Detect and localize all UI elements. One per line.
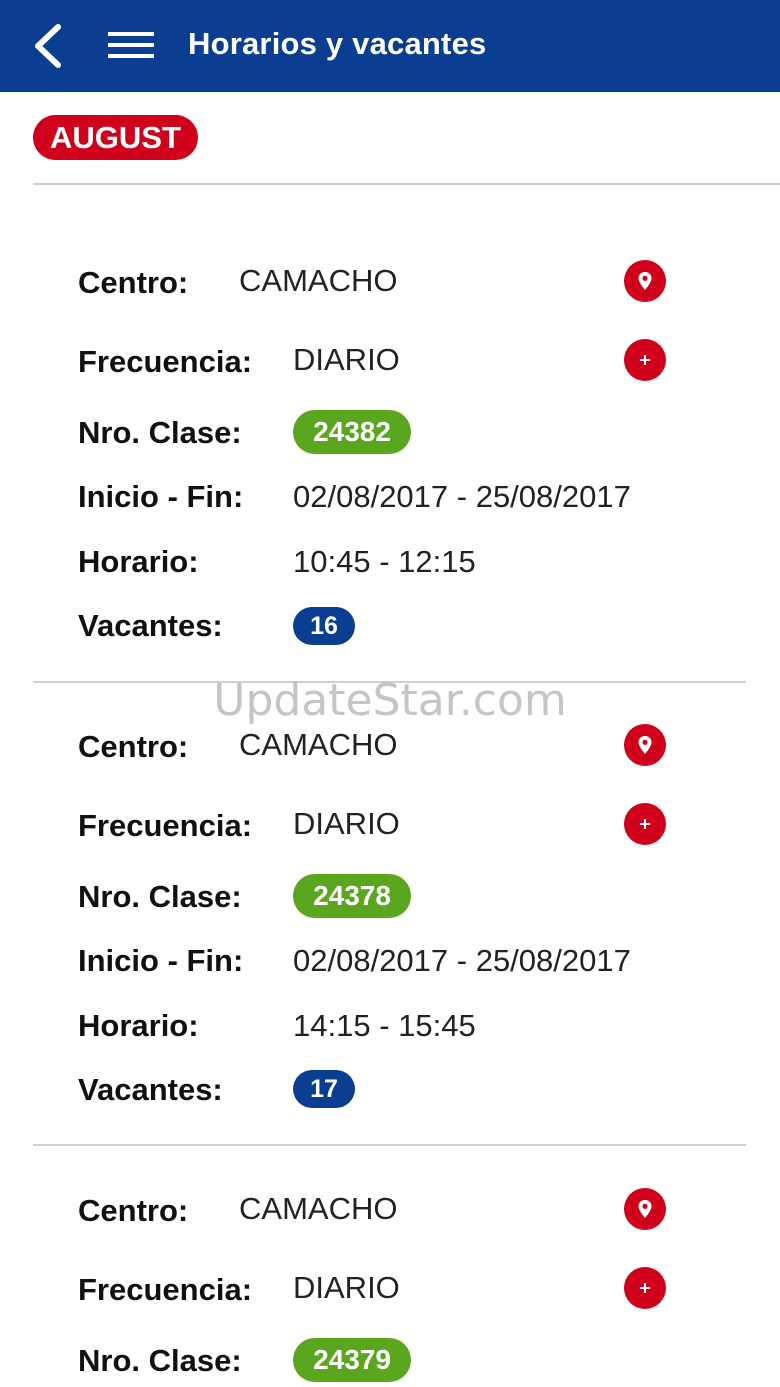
inicio-fin-value: 02/08/2017 - 25/08/2017 <box>293 479 631 514</box>
vacantes-label: Vacantes: <box>78 1072 223 1107</box>
vacantes-badge: 16 <box>293 607 355 645</box>
app-header: Horarios y vacantes <box>0 0 780 92</box>
centro-value: CAMACHO <box>239 1191 398 1226</box>
menu-button[interactable] <box>104 22 160 70</box>
centro-label: Centro: <box>78 1193 189 1228</box>
chevron-left-icon <box>35 24 61 68</box>
horario-label: Horario: <box>78 1008 199 1043</box>
frecuencia-label: Frecuencia: <box>78 344 253 379</box>
add-icon <box>640 1283 650 1293</box>
vacantes-badge: 17 <box>293 1070 355 1108</box>
add-button[interactable] <box>624 803 666 845</box>
location-button[interactable] <box>624 1188 666 1230</box>
frecuencia-label: Frecuencia: <box>78 1272 253 1307</box>
nro-clase-label: Nro. Clase: <box>78 415 242 450</box>
centro-value: CAMACHO <box>239 727 398 762</box>
frecuencia-value: DIARIO <box>293 806 400 841</box>
class-number-badge: 24379 <box>293 1338 411 1382</box>
centro-value: CAMACHO <box>239 263 398 298</box>
inicio-fin-label: Inicio - Fin: <box>78 943 244 978</box>
map-pin-icon <box>638 272 652 290</box>
vacantes-label: Vacantes: <box>78 608 223 643</box>
horario-value: 14:15 - 15:45 <box>293 1008 476 1043</box>
back-button[interactable] <box>22 18 78 74</box>
card-divider <box>33 681 746 683</box>
frecuencia-value: DIARIO <box>293 342 400 377</box>
add-button[interactable] <box>624 339 666 381</box>
horario-label: Horario: <box>78 544 199 579</box>
class-number-badge: 24378 <box>293 874 411 918</box>
card-divider <box>33 1144 746 1146</box>
nro-clase-label: Nro. Clase: <box>78 879 242 914</box>
hamburger-menu-icon <box>108 32 154 58</box>
nro-clase-label: Nro. Clase: <box>78 1343 242 1378</box>
add-button[interactable] <box>624 1267 666 1309</box>
location-button[interactable] <box>624 724 666 766</box>
month-badge: AUGUST <box>33 115 198 160</box>
frecuencia-label: Frecuencia: <box>78 808 253 843</box>
map-pin-icon <box>638 736 652 754</box>
centro-label: Centro: <box>78 729 189 764</box>
page-title: Horarios y vacantes <box>188 26 487 61</box>
centro-label: Centro: <box>78 265 189 300</box>
horario-value: 10:45 - 12:15 <box>293 544 476 579</box>
inicio-fin-label: Inicio - Fin: <box>78 479 244 514</box>
frecuencia-value: DIARIO <box>293 1270 400 1305</box>
add-icon <box>640 819 650 829</box>
section-divider <box>33 183 780 185</box>
class-number-badge: 24382 <box>293 410 411 454</box>
add-icon <box>640 355 650 365</box>
inicio-fin-value: 02/08/2017 - 25/08/2017 <box>293 943 631 978</box>
map-pin-icon <box>638 1200 652 1218</box>
location-button[interactable] <box>624 260 666 302</box>
